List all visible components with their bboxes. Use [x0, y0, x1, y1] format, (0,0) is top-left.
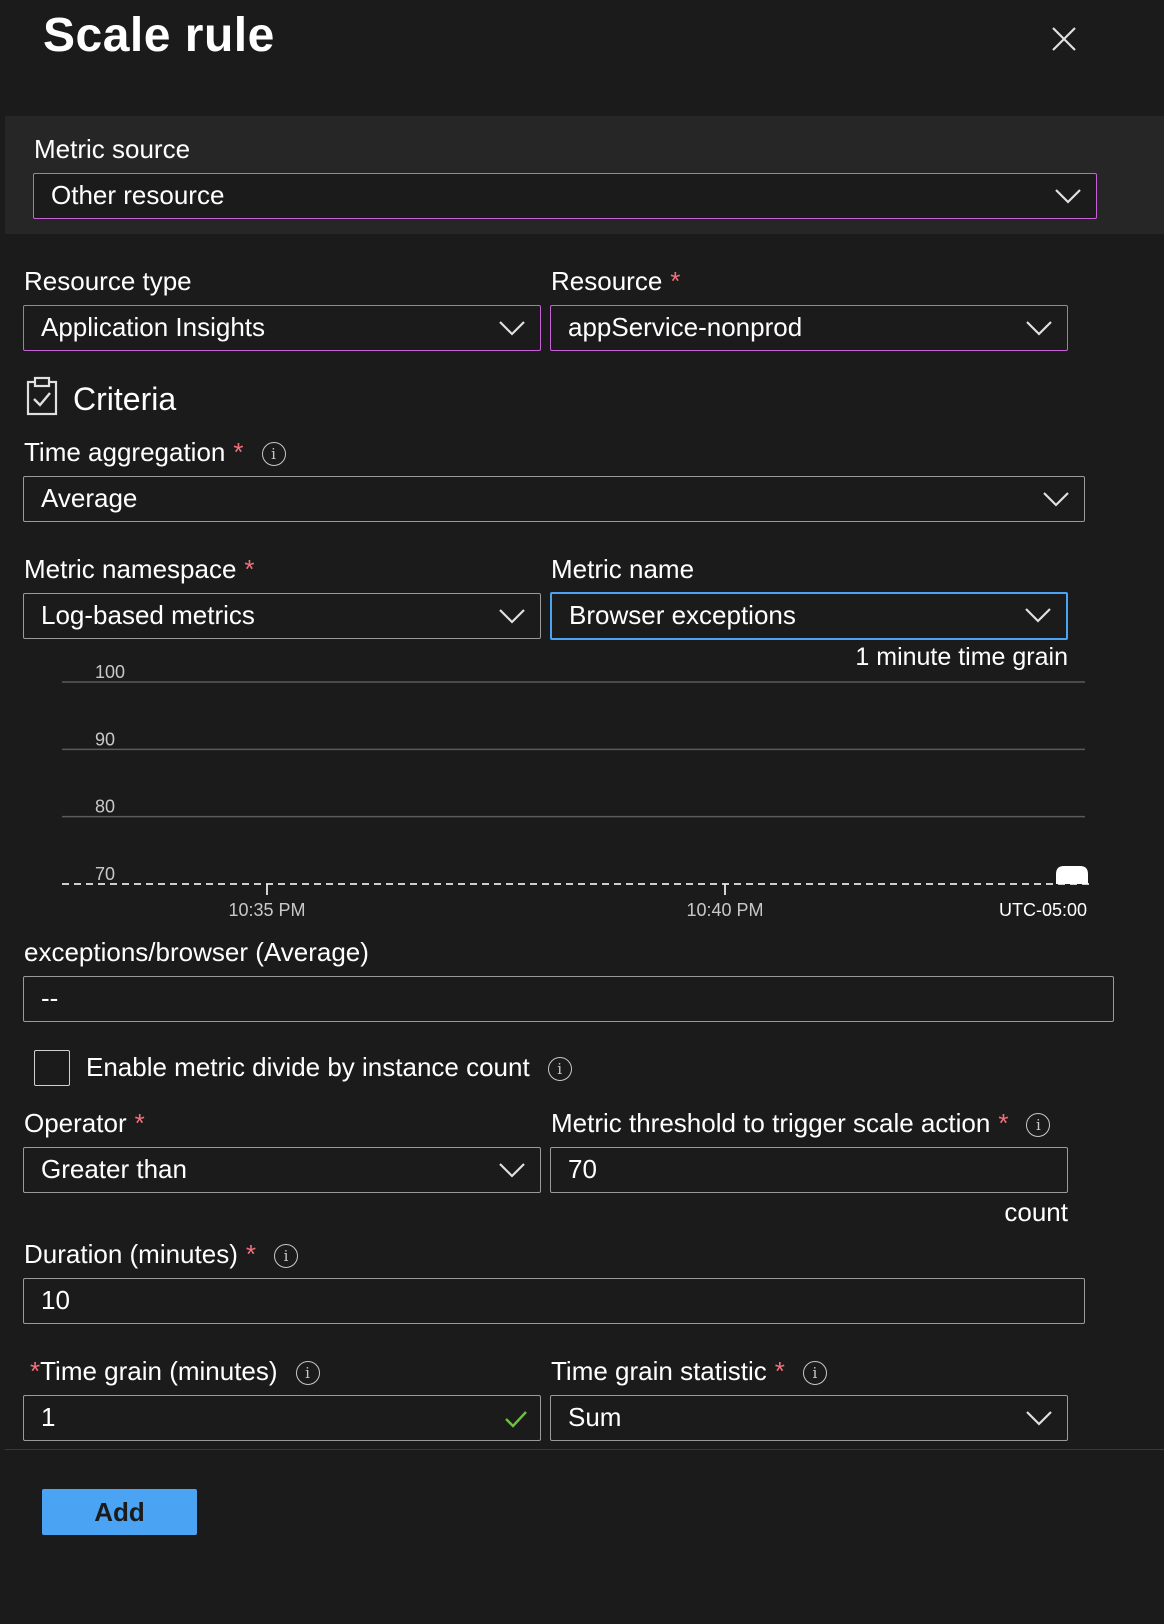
- threshold-label: Metric threshold to trigger scale action…: [551, 1108, 1051, 1139]
- panel-title: Scale rule: [43, 9, 275, 62]
- time-grain-statistic-dropdown[interactable]: Sum: [550, 1395, 1068, 1441]
- metric-name-label: Metric name: [551, 554, 695, 584]
- chevron-down-icon: [1025, 608, 1051, 623]
- chevron-down-icon: [1043, 492, 1069, 507]
- time-aggregation-value: Average: [41, 483, 138, 513]
- chart-y-tick-label: 100: [95, 662, 125, 682]
- threshold-unit: count: [1004, 1197, 1068, 1227]
- metric-source-dropdown[interactable]: Other resource: [33, 173, 1097, 219]
- chevron-down-icon: [499, 321, 525, 336]
- divide-checkbox-label: Enable metric divide by instance count i: [86, 1052, 572, 1083]
- time-grain-label-text: Time grain (minutes): [40, 1356, 278, 1386]
- metric-namespace-label-text: Metric namespace: [24, 554, 237, 584]
- info-icon[interactable]: i: [1026, 1113, 1051, 1138]
- time-aggregation-label-text: Time aggregation: [24, 437, 226, 467]
- metric-value-field: --: [23, 976, 1114, 1022]
- resource-type-dropdown[interactable]: Application Insights: [23, 305, 541, 351]
- chevron-down-icon: [499, 1163, 525, 1178]
- required-marker: *: [30, 1356, 41, 1386]
- metric-namespace-value: Log-based metrics: [41, 600, 255, 630]
- chart-svg: 100 90 80 70 10:35 PM 10:40 PM UTC-05:00: [62, 662, 1094, 920]
- resource-label: Resource *: [551, 266, 680, 297]
- footer-divider: [5, 1449, 1164, 1450]
- operator-dropdown[interactable]: Greater than: [23, 1147, 541, 1193]
- metric-chart: 100 90 80 70 10:35 PM 10:40 PM UTC-05:00: [0, 660, 1164, 940]
- clipboard-check-icon: [26, 376, 58, 416]
- metric-source-label: Metric source: [34, 134, 191, 164]
- add-button[interactable]: Add: [42, 1489, 197, 1535]
- required-marker: *: [245, 1239, 256, 1269]
- close-icon[interactable]: [1050, 25, 1078, 53]
- resource-value: appService-nonprod: [568, 312, 803, 342]
- info-icon[interactable]: i: [802, 1361, 827, 1386]
- metric-name-value: Browser exceptions: [569, 600, 796, 630]
- duration-value: 10: [41, 1285, 70, 1315]
- info-icon[interactable]: i: [547, 1057, 572, 1082]
- divide-checkbox-label-text: Enable metric divide by instance count: [86, 1052, 530, 1082]
- required-marker: *: [244, 554, 255, 584]
- chart-y-tick-label: 80: [95, 797, 115, 817]
- add-button-label: Add: [94, 1497, 145, 1527]
- metric-value: --: [41, 983, 59, 1013]
- resource-label-text: Resource: [551, 266, 663, 296]
- operator-label: Operator *: [24, 1108, 145, 1139]
- info-icon[interactable]: i: [273, 1244, 298, 1269]
- checkmark-icon: [505, 1411, 527, 1428]
- metric-source-value: Other resource: [51, 180, 225, 210]
- chart-x-tick-label: 10:40 PM: [686, 900, 763, 920]
- time-grain-statistic-label-text: Time grain statistic: [551, 1356, 767, 1386]
- required-marker: *: [670, 266, 681, 296]
- chart-y-tick-label: 70: [95, 864, 115, 884]
- resource-type-value: Application Insights: [41, 312, 266, 342]
- time-grain-statistic-value: Sum: [568, 1402, 622, 1432]
- chevron-down-icon: [1055, 189, 1081, 204]
- info-icon[interactable]: i: [295, 1361, 320, 1386]
- time-grain-statistic-label: Time grain statistic * i: [551, 1356, 827, 1387]
- threshold-value: 70: [568, 1154, 597, 1184]
- required-marker: *: [134, 1108, 145, 1138]
- chevron-down-icon: [1026, 1411, 1052, 1426]
- metric-namespace-dropdown[interactable]: Log-based metrics: [23, 593, 541, 639]
- operator-label-text: Operator: [24, 1108, 127, 1138]
- chart-end-marker: [1056, 866, 1088, 884]
- chevron-down-icon: [1026, 321, 1052, 336]
- chart-timezone-label: UTC-05:00: [999, 900, 1087, 920]
- chevron-down-icon: [499, 609, 525, 624]
- threshold-input[interactable]: 70: [550, 1147, 1068, 1193]
- criteria-title: Criteria: [73, 381, 177, 417]
- time-grain-value: 1: [41, 1402, 56, 1432]
- time-grain-input[interactable]: 1: [23, 1395, 541, 1441]
- time-aggregation-label: Time aggregation * i: [24, 437, 286, 468]
- threshold-label-text: Metric threshold to trigger scale action: [551, 1108, 991, 1138]
- chart-y-tick-label: 90: [95, 729, 115, 749]
- resource-type-label: Resource type: [24, 266, 192, 296]
- metric-name-dropdown[interactable]: Browser exceptions: [550, 592, 1068, 640]
- required-marker: *: [774, 1356, 785, 1386]
- time-aggregation-dropdown[interactable]: Average: [23, 476, 1085, 522]
- divide-checkbox[interactable]: [34, 1050, 70, 1086]
- operator-value: Greater than: [41, 1154, 187, 1184]
- metric-namespace-label: Metric namespace *: [24, 554, 255, 585]
- duration-label: Duration (minutes) * i: [24, 1239, 298, 1270]
- required-marker: *: [233, 437, 244, 467]
- duration-label-text: Duration (minutes): [24, 1239, 238, 1269]
- required-marker: *: [998, 1108, 1009, 1138]
- duration-input[interactable]: 10: [23, 1278, 1085, 1324]
- info-icon[interactable]: i: [261, 442, 286, 467]
- time-grain-label: *Time grain (minutes) i: [30, 1356, 320, 1387]
- metric-value-label: exceptions/browser (Average): [24, 937, 369, 967]
- resource-dropdown[interactable]: appService-nonprod: [550, 305, 1068, 351]
- chart-x-tick-label: 10:35 PM: [228, 900, 305, 920]
